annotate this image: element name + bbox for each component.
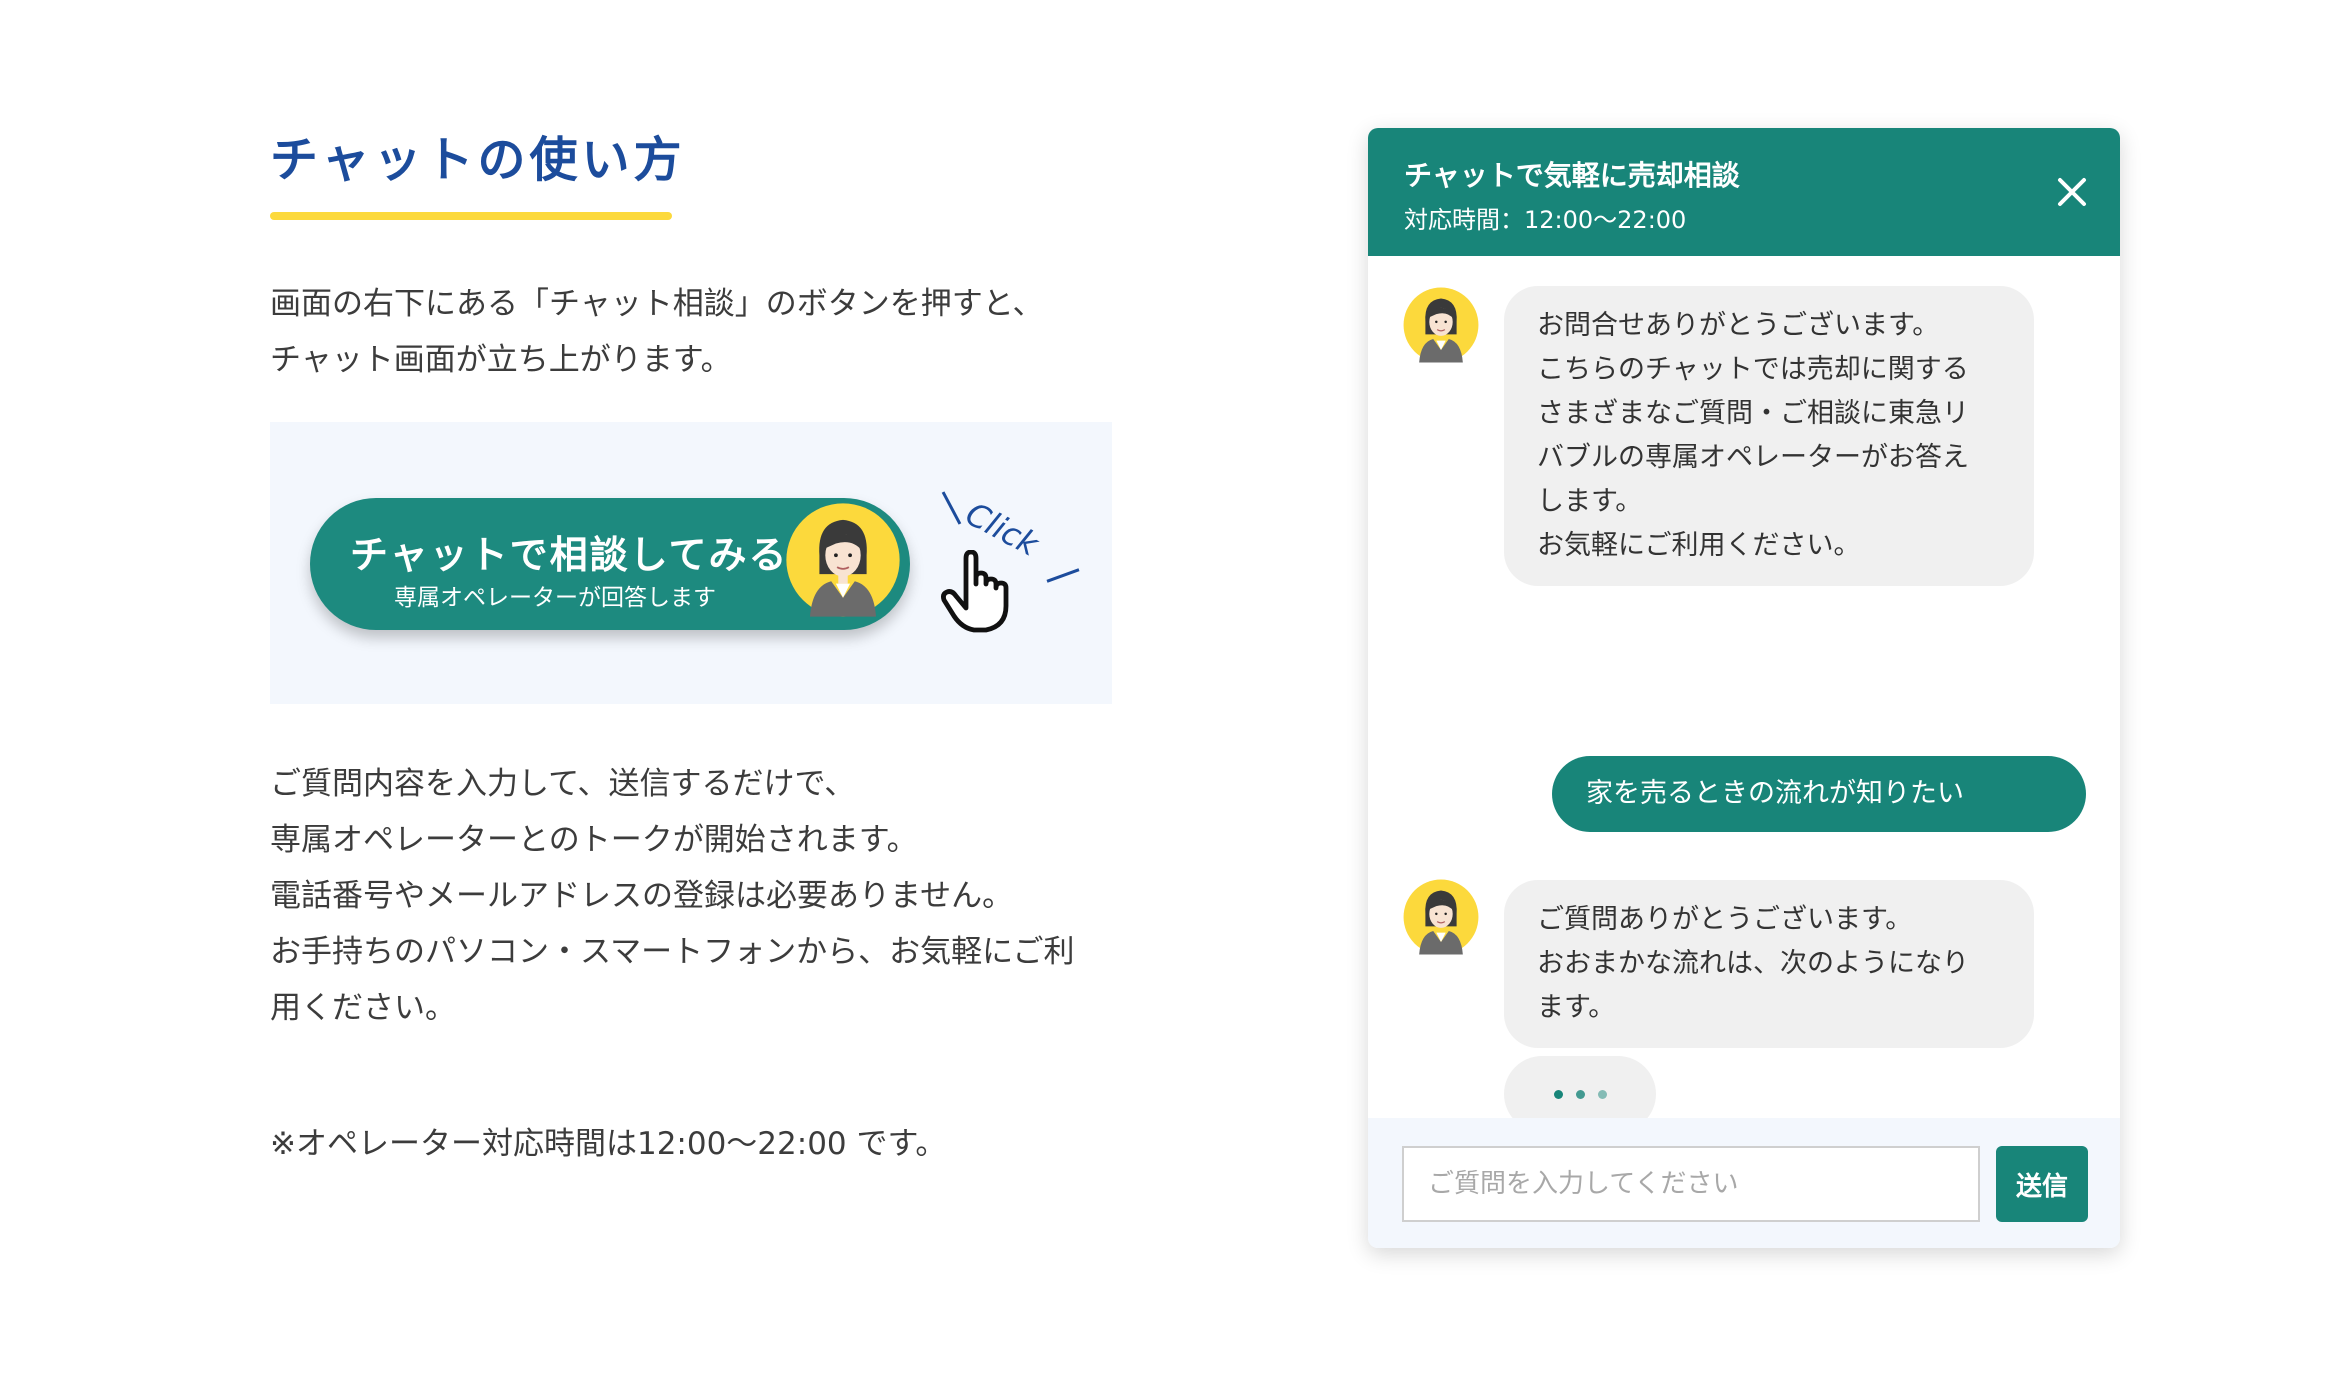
- body-text: ご質問内容を入力して、送信するだけで、 専属オペレーターとのトークが開始されます…: [270, 756, 1120, 1036]
- howto-section: チャットの使い方 画面の右下にある「チャット相談」のボタンを押すと、 チャット画…: [270, 128, 1120, 1163]
- chat-messages: お問合せありがとうございます。 こちらのチャットでは売却に関する さまざまなご質…: [1368, 256, 2120, 1132]
- intro-line: 画面の右下にある「チャット相談」のボタンを押すと、: [270, 286, 1044, 322]
- click-annotation: Click: [941, 482, 1090, 633]
- send-button[interactable]: 送信: [1996, 1146, 2088, 1222]
- message-line: バブルの専属オペレーターがお答え: [1537, 442, 1969, 473]
- body-line: ご質問内容を入力して、送信するだけで、: [270, 766, 856, 802]
- chat-header: チャットで気軽に売却相談 対応時間：12:00〜22:00: [1368, 128, 2120, 256]
- message-line: します。: [1537, 486, 1643, 517]
- operator-message: お問合せありがとうございます。 こちらのチャットでは売却に関する さまざまなご質…: [1504, 286, 2034, 586]
- typing-dot: [1554, 1090, 1563, 1099]
- chat-hours: 対応時間：12:00〜22:00: [1404, 206, 1687, 234]
- heading-underline: [270, 212, 672, 220]
- body-line: 用ください。: [270, 990, 456, 1026]
- demo-illustration: チャットで相談してみる 専属オペレーターが回答します Click: [270, 422, 1112, 704]
- chat-window: チャットで気軽に売却相談 対応時間：12:00〜22:00 お問合せありがとうご…: [1368, 128, 2120, 1248]
- message-input[interactable]: [1402, 1146, 1980, 1222]
- chat-composer: 送信: [1368, 1118, 2120, 1248]
- message-line: さまざまなご質問・ご相談に東急リ: [1537, 398, 1969, 429]
- operator-hours-note: ※オペレーター対応時間は12:00〜22:00 です。: [270, 1126, 947, 1162]
- body-line: 専属オペレーターとのトークが開始されます。: [270, 822, 918, 858]
- howto-heading: チャットの使い方: [270, 132, 686, 188]
- chat-title: チャットで気軽に売却相談: [1404, 159, 1740, 192]
- pointing-hand-icon: [941, 550, 1009, 633]
- cta-main-label: チャットで相談してみる: [350, 533, 789, 577]
- message-line: お気軽にご利用ください。: [1537, 530, 1861, 561]
- body-line: 電話番号やメールアドレスの登録は必要ありません。: [270, 878, 1014, 914]
- message-line: おおまかな流れは、次のようになり: [1537, 948, 1969, 979]
- click-dash: [941, 491, 962, 525]
- cta-sub-label: 専属オペレーターが回答します: [394, 585, 716, 611]
- message-line: ます。: [1537, 992, 1616, 1023]
- close-icon[interactable]: [2052, 172, 2092, 212]
- message-line: ご質問ありがとうございます。: [1537, 904, 1913, 935]
- intro-line: チャット画面が立ち上がります。: [270, 342, 732, 378]
- body-line: お手持ちのパソコン・スマートフォンから、お気軽にご利: [270, 934, 1075, 970]
- operator-avatar-icon: [1403, 879, 1479, 955]
- typing-dot: [1598, 1090, 1607, 1099]
- operator-message: ご質問ありがとうございます。 おおまかな流れは、次のようになり ます。: [1504, 880, 2034, 1048]
- operator-avatar-icon: [1403, 287, 1479, 363]
- chat-consult-button[interactable]: チャットで相談してみる 専属オペレーターが回答します: [310, 498, 910, 630]
- message-line: こちらのチャットでは売却に関する: [1537, 354, 1969, 385]
- intro-text: 画面の右下にある「チャット相談」のボタンを押すと、 チャット画面が立ち上がります…: [270, 276, 1120, 388]
- operator-avatar-icon: [786, 503, 900, 617]
- user-message: 家を売るときの流れが知りたい: [1552, 756, 2086, 832]
- click-dash: [1046, 568, 1080, 583]
- typing-dot: [1576, 1090, 1585, 1099]
- message-line: お問合せありがとうございます。: [1537, 310, 1940, 341]
